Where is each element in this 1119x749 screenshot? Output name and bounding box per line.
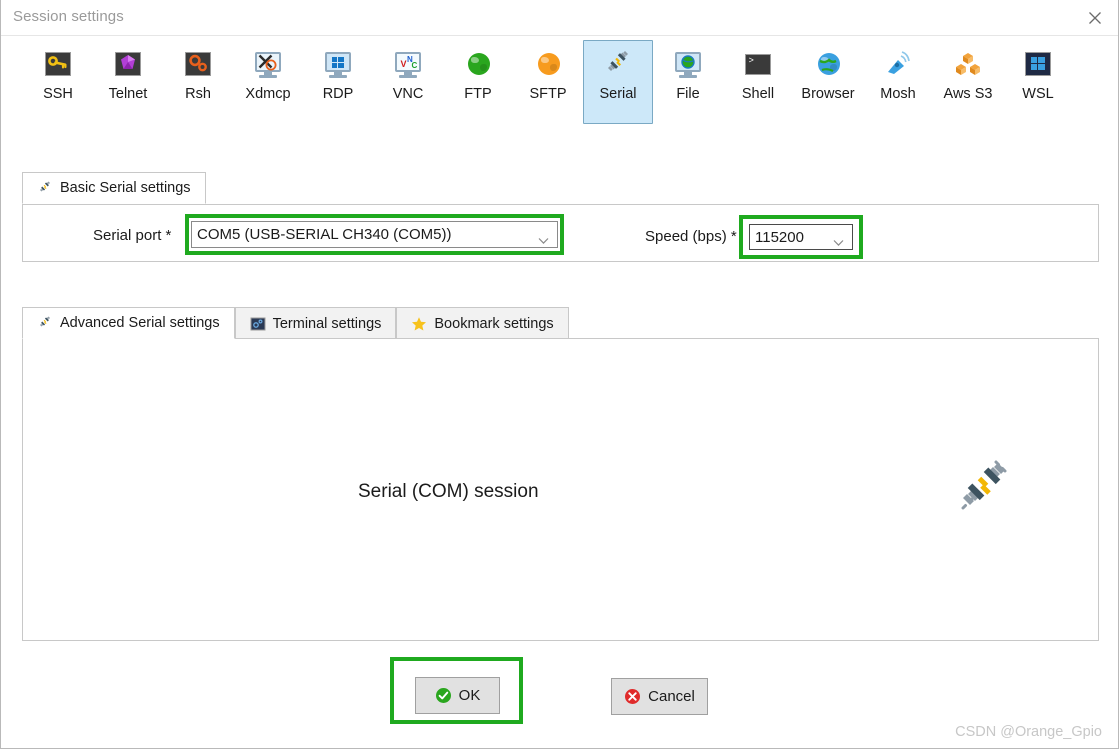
tab-bookmark-settings[interactable]: Bookmark settings: [396, 307, 569, 339]
advanced-serial-settings-panel: [22, 338, 1099, 641]
svg-text:V: V: [401, 59, 407, 69]
watermark: CSDN @Orange_Gpio: [955, 724, 1102, 740]
session-type-ftp[interactable]: FTP: [443, 40, 513, 124]
session-type-label: Xdmcp: [245, 86, 291, 102]
speed-select[interactable]: 115200: [749, 224, 853, 250]
check-circle-icon: [435, 687, 452, 704]
close-icon[interactable]: [1072, 0, 1118, 35]
tab-advanced-serial-settings[interactable]: Advanced Serial settings: [22, 307, 235, 339]
chevron-down-icon: [538, 231, 549, 244]
session-type-label: RDP: [322, 86, 354, 102]
chevron-down-icon: [833, 234, 844, 246]
session-type-rsh[interactable]: Rsh: [163, 40, 233, 124]
browser-globe-icon: [812, 48, 844, 80]
session-type-mosh[interactable]: Mosh: [863, 40, 933, 124]
session-type-label: FTP: [464, 86, 492, 102]
sub-tabstrip: Advanced Serial settings Terminal settin…: [22, 307, 569, 339]
speed-label-text: Speed (bps): [645, 228, 727, 245]
session-type-label: Aws S3: [943, 86, 993, 102]
terminal-icon: [250, 316, 266, 332]
cancel-button-label: Cancel: [648, 688, 695, 705]
ok-button[interactable]: OK: [415, 677, 500, 714]
ftp-globe-icon: [462, 48, 494, 80]
session-type-sftp[interactable]: SFTP: [513, 40, 583, 124]
cancel-circle-icon: [624, 688, 641, 705]
session-type-aws-s3[interactable]: Aws S3: [933, 40, 1003, 124]
session-type-label: Rsh: [185, 86, 211, 102]
session-type-telnet[interactable]: Telnet: [93, 40, 163, 124]
rdp-monitor-icon: [322, 48, 354, 80]
tab-label: Bookmark settings: [434, 315, 554, 332]
serial-plug-icon: [952, 458, 1016, 522]
title-bar: Session settings: [1, 0, 1118, 36]
session-type-toolbar: SSH Telnet Rsh Xdmcp RDP V N C VNC FTP S…: [1, 40, 1118, 138]
serial-port-label: Serial port *: [93, 227, 171, 244]
session-type-label: SFTP: [529, 86, 567, 102]
wsl-windows-icon: [1022, 48, 1054, 80]
session-type-rdp[interactable]: RDP: [303, 40, 373, 124]
tab-label: Terminal settings: [272, 315, 382, 332]
shell-console-icon: >: [742, 48, 774, 80]
speed-required-marker: *: [730, 228, 737, 245]
session-type-label: Mosh: [880, 86, 916, 102]
tab-label: Basic Serial settings: [60, 180, 191, 196]
serial-plug-icon: [37, 315, 53, 331]
file-monitor-icon: [672, 48, 704, 80]
serial-port-select[interactable]: COM5 (USB-SERIAL CH340 (COM5)): [191, 221, 558, 248]
basic-tabstrip: Basic Serial settings: [22, 172, 206, 204]
window-title: Session settings: [13, 8, 124, 25]
vnc-monitor-icon: V N C: [392, 48, 424, 80]
session-type-label: Shell: [741, 86, 775, 102]
serial-port-required-marker: *: [165, 227, 172, 244]
rsh-gears-icon: [182, 48, 214, 80]
session-type-ssh[interactable]: SSH: [23, 40, 93, 124]
tab-basic-serial-settings[interactable]: Basic Serial settings: [22, 172, 206, 204]
mosh-satellite-icon: [882, 48, 914, 80]
star-icon: [411, 316, 427, 332]
serial-port-label-text: Serial port: [93, 227, 162, 244]
session-settings-dialog: Session settings SSH Telnet Rsh Xdmcp RD…: [0, 0, 1119, 749]
session-type-label: Serial: [599, 86, 637, 102]
session-type-label: Telnet: [108, 86, 148, 102]
tab-label: Advanced Serial settings: [60, 315, 220, 331]
speed-label: Speed (bps) *: [645, 228, 737, 245]
session-type-serial[interactable]: Serial: [583, 40, 653, 124]
session-type-file[interactable]: File: [653, 40, 723, 124]
svg-text:>: >: [749, 56, 754, 66]
speed-value: 115200: [755, 228, 804, 246]
sftp-globe-icon: [532, 48, 564, 80]
session-caption: Serial (COM) session: [358, 481, 539, 502]
serial-plug-icon: [602, 48, 634, 80]
session-type-browser[interactable]: Browser: [793, 40, 863, 124]
session-type-label: File: [676, 86, 700, 102]
serial-port-value: COM5 (USB-SERIAL CH340 (COM5)): [197, 226, 452, 243]
aws-s3-cubes-icon: [952, 48, 984, 80]
session-type-vnc[interactable]: V N C VNC: [373, 40, 443, 124]
session-type-label: SSH: [43, 86, 73, 102]
session-type-label: Browser: [801, 86, 855, 102]
ssh-key-icon: [42, 48, 74, 80]
svg-text:C: C: [412, 61, 418, 70]
tab-terminal-settings[interactable]: Terminal settings: [234, 307, 397, 339]
telnet-gem-icon: [112, 48, 144, 80]
xdmcp-monitor-icon: [252, 48, 284, 80]
session-type-label: VNC: [392, 86, 424, 102]
ok-button-label: OK: [458, 687, 481, 704]
session-type-shell[interactable]: > Shell: [723, 40, 793, 124]
session-type-label: WSL: [1022, 86, 1054, 102]
serial-plug-icon: [37, 180, 53, 196]
session-type-xdmcp[interactable]: Xdmcp: [233, 40, 303, 124]
session-type-wsl[interactable]: WSL: [1003, 40, 1073, 124]
cancel-button[interactable]: Cancel: [611, 678, 708, 715]
